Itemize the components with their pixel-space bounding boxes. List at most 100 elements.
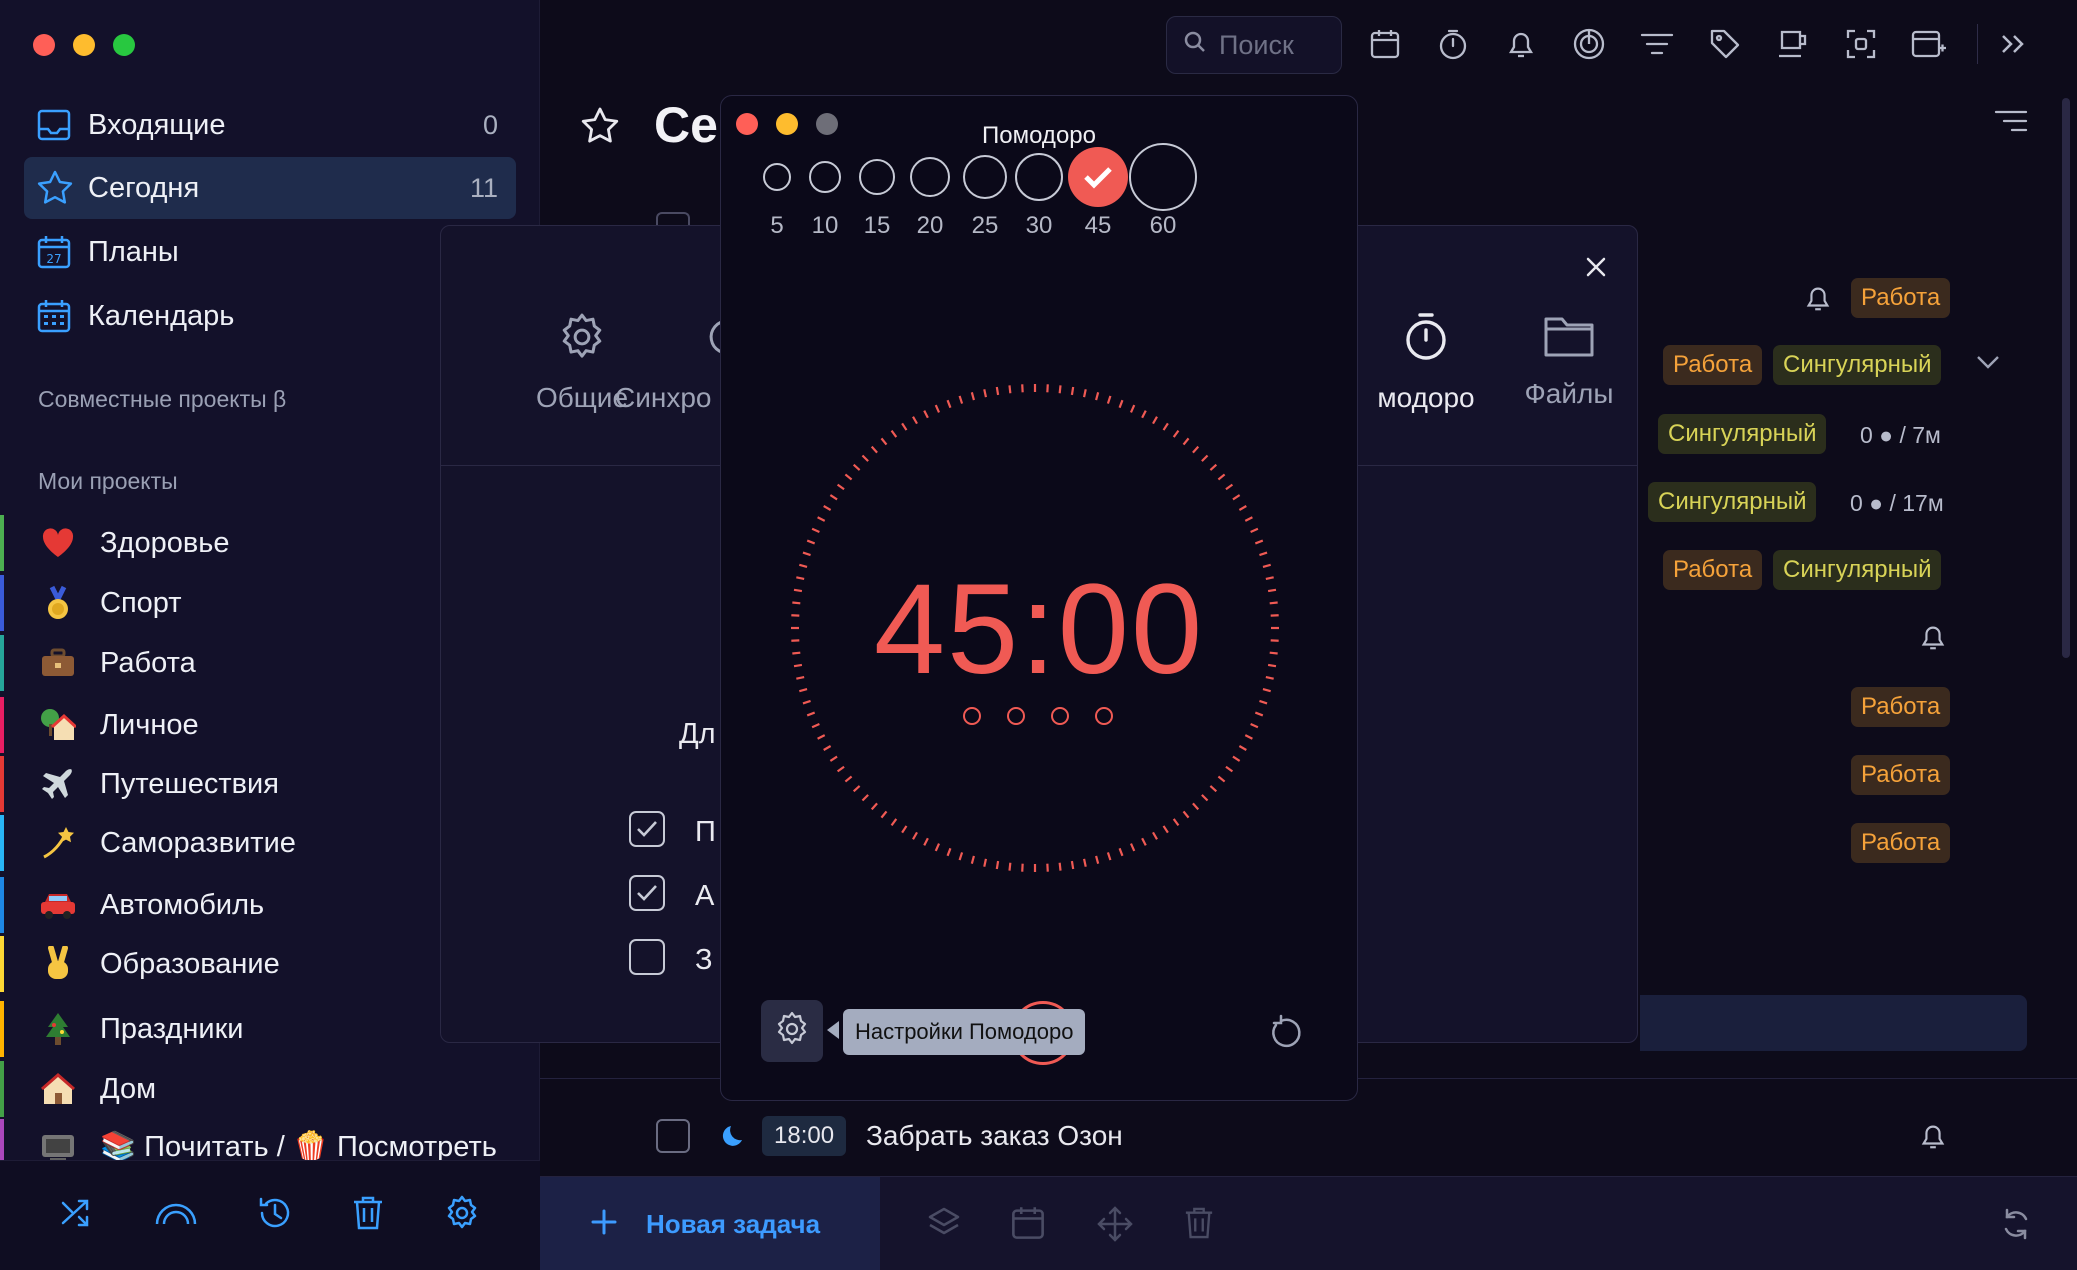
- project-home[interactable]: Дом: [0, 1061, 540, 1117]
- calendar-icon[interactable]: [1010, 1205, 1046, 1246]
- add-window-icon[interactable]: [1909, 24, 1949, 64]
- dial-tick: [844, 775, 853, 783]
- close-icon[interactable]: [1585, 256, 1607, 283]
- pomodoro-settings-button[interactable]: [761, 1000, 823, 1062]
- settings-checkbox-2[interactable]: [629, 875, 665, 911]
- calendar-icon[interactable]: [1365, 24, 1405, 64]
- dial-tick: [1129, 404, 1136, 413]
- bell-icon[interactable]: [1918, 621, 1948, 658]
- shuffle-icon[interactable]: [59, 1195, 95, 1236]
- task-checkbox[interactable]: [656, 212, 690, 226]
- dial-tick: [1182, 437, 1190, 446]
- gear-icon: [556, 313, 608, 367]
- tag-icon[interactable]: [1705, 24, 1745, 64]
- tag-singular[interactable]: Сингулярный: [1773, 550, 1942, 590]
- duration-option-30[interactable]: [1015, 153, 1063, 201]
- bell-icon[interactable]: [1918, 1120, 1948, 1157]
- tag-singular[interactable]: Сингулярный: [1773, 345, 1942, 385]
- dial-tick: [1162, 422, 1169, 431]
- chevron-double-right-icon[interactable]: [1977, 24, 2033, 64]
- nav-inbox-count: 0: [482, 109, 498, 140]
- tag-work[interactable]: Работа: [1851, 755, 1951, 795]
- dial-tick: [836, 765, 845, 773]
- scrollbar[interactable]: [2062, 98, 2070, 658]
- search-field[interactable]: Поиск: [1166, 16, 1342, 74]
- dial-tick: [823, 505, 832, 511]
- maximize-window-button[interactable]: [113, 34, 135, 56]
- dial-tick: [1070, 860, 1075, 870]
- trash-icon[interactable]: [1184, 1205, 1214, 1246]
- reset-icon[interactable]: [1267, 1014, 1305, 1057]
- new-task-label: Новая задача: [646, 1208, 821, 1239]
- minimize-window-button[interactable]: [73, 34, 95, 56]
- dial-tick: [1129, 843, 1136, 852]
- trash-icon[interactable]: [352, 1195, 384, 1236]
- tag-singular[interactable]: Сингулярный: [1648, 482, 1817, 522]
- dial-tick: [1095, 392, 1100, 401]
- settings-checkbox-1[interactable]: [629, 811, 665, 847]
- gear-icon[interactable]: [443, 1194, 481, 1237]
- duration-option-60[interactable]: [1129, 143, 1197, 211]
- shared-projects-title[interactable]: Совместные проекты β: [38, 386, 286, 413]
- tooltip: Настройки Помодоро: [843, 1009, 1086, 1055]
- tag-work[interactable]: Работа: [1851, 823, 1951, 863]
- refresh-icon[interactable]: [2000, 1207, 2032, 1246]
- nav-today[interactable]: Сегодня 11: [24, 157, 516, 219]
- tag-work[interactable]: Работа: [1663, 345, 1763, 385]
- dial-tick: [1217, 775, 1226, 783]
- task-title[interactable]: Забрать заказ Озон: [866, 1120, 1123, 1152]
- dial-tick: [934, 843, 941, 852]
- timer-display: 45:00: [873, 558, 1205, 701]
- search-placeholder: Поиск: [1219, 29, 1294, 60]
- duration-option-5[interactable]: [763, 163, 791, 191]
- tab-files[interactable]: Файлы: [1499, 311, 1639, 410]
- history-icon[interactable]: [256, 1194, 294, 1237]
- tag-work[interactable]: Работа: [1663, 550, 1763, 590]
- dial-tick: [1238, 505, 1247, 511]
- filter-icon[interactable]: [1637, 24, 1677, 64]
- focus-icon[interactable]: [1569, 24, 1609, 64]
- tab-pomodoro-label: модоро: [1377, 382, 1475, 413]
- rainbow-icon[interactable]: [154, 1198, 198, 1233]
- screenshot-icon[interactable]: [1841, 24, 1881, 64]
- tag-work[interactable]: Работа: [1851, 278, 1951, 318]
- duration-option-45[interactable]: [1068, 147, 1128, 207]
- victory-hand-icon: [38, 944, 78, 984]
- bell-icon[interactable]: [1803, 282, 1833, 319]
- medal-icon: [38, 583, 78, 623]
- timer-icon[interactable]: [1433, 24, 1473, 64]
- duration-option-25[interactable]: [963, 155, 1007, 199]
- dial-tick: [923, 837, 929, 846]
- close-window-button[interactable]: [33, 34, 55, 56]
- move-icon[interactable]: [1096, 1205, 1134, 1248]
- layers-icon[interactable]: [926, 1205, 962, 1246]
- duration-option-15[interactable]: [859, 159, 895, 195]
- dial-tick: [1217, 473, 1226, 481]
- tag-work[interactable]: Работа: [1851, 687, 1951, 727]
- tab-pomodoro[interactable]: модоро: [1351, 311, 1501, 414]
- dial-tick: [1250, 722, 1259, 729]
- settings-section-label: Дл: [679, 718, 716, 750]
- duration-option-20[interactable]: [910, 157, 950, 197]
- settings-checkbox-3[interactable]: [629, 939, 665, 975]
- dial-tick: [1254, 539, 1264, 545]
- dial-tick: [995, 386, 1000, 396]
- new-task-button[interactable]: Новая задача: [540, 1177, 880, 1270]
- duration-option-10[interactable]: [809, 161, 841, 193]
- dial-tick: [811, 722, 820, 729]
- sort-icon[interactable]: [1994, 108, 2028, 139]
- tooltip-arrow: [827, 1021, 839, 1039]
- project-label: Путешествия: [100, 767, 279, 800]
- nav-inbox[interactable]: Входящие 0: [24, 94, 516, 156]
- cup-icon[interactable]: [1773, 24, 1813, 64]
- nav-inbox-label: Входящие: [88, 108, 226, 141]
- dial-tick: [1082, 389, 1087, 398]
- tag-singular[interactable]: Сингулярный: [1658, 414, 1827, 454]
- bell-icon[interactable]: [1501, 24, 1541, 64]
- settings-checkbox-1-label: П: [695, 816, 716, 848]
- dial-tick: [1058, 385, 1062, 394]
- chevron-down-icon[interactable]: [1975, 353, 2001, 376]
- plus-icon: [590, 1208, 618, 1241]
- task-checkbox[interactable]: [656, 1119, 690, 1153]
- favorite-star-icon[interactable]: [580, 106, 620, 151]
